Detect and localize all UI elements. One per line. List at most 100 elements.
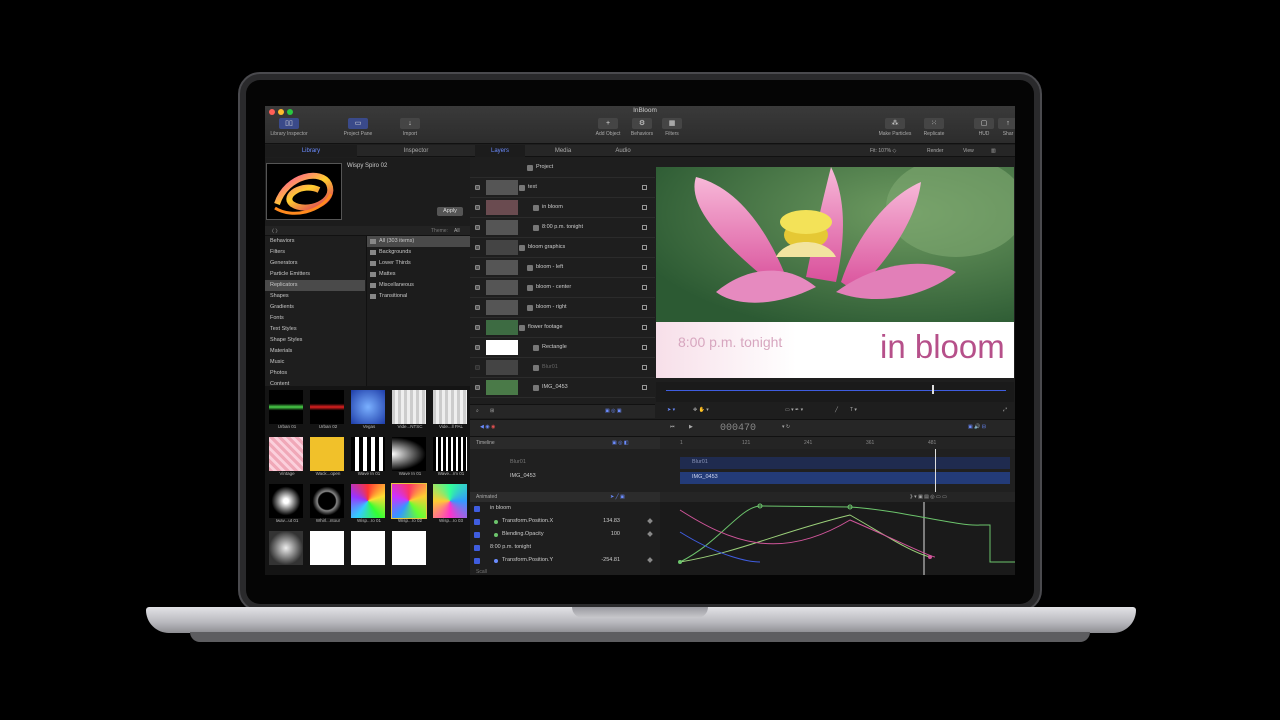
library-thumbnail[interactable]: Wave In 01 (349, 437, 389, 483)
shape-tools-icon[interactable]: ▭ ▾ ✒ ▾ (785, 407, 803, 413)
timeline-tool-icons[interactable]: ▣ ◎ ◧ (612, 440, 629, 446)
chevron-nav-icon[interactable]: 〈 〉 (269, 228, 280, 235)
import-button[interactable]: ↓ Import (397, 118, 423, 140)
project-pane-button[interactable]: ▭ Project Pane (337, 118, 379, 140)
visibility-checkbox[interactable] (475, 205, 480, 210)
library-thumbnail[interactable]: Vide...NTSC (390, 390, 430, 436)
library-thumbnail[interactable]: Iwav...ut 01 (267, 484, 307, 530)
text-tool-icon[interactable]: T ▾ (850, 407, 857, 413)
param-value[interactable]: 134.83 (603, 518, 620, 524)
group-text[interactable]: text (470, 178, 655, 198)
layer-rectangle[interactable]: Rectangle (470, 338, 655, 358)
library-thumbnail[interactable]: Wisp...ro 01 (349, 484, 389, 530)
library-thumbnail[interactable] (308, 531, 348, 575)
library-thumbnail[interactable]: Urban 01 (267, 390, 307, 436)
minimize-window-button[interactable] (278, 109, 284, 115)
param-value[interactable]: -254.81 (601, 557, 620, 563)
animated-filter-select[interactable]: Animated (476, 494, 497, 500)
lock-icon[interactable] (642, 185, 647, 190)
lock-icon[interactable] (642, 265, 647, 270)
layer-bloom-right[interactable]: bloom - right (470, 298, 655, 318)
timeline-ruler[interactable]: 1 121 241 361 481 (660, 437, 1015, 449)
timecode-display[interactable]: 000470 (720, 423, 756, 434)
category-item[interactable]: Materials (265, 346, 365, 357)
visibility-checkbox[interactable] (475, 245, 480, 250)
visibility-checkbox[interactable] (475, 225, 480, 230)
library-thumbnail[interactable]: Wisp...ro 02 (390, 483, 430, 530)
scrubber-playhead[interactable] (932, 385, 934, 394)
param-row[interactable]: Transform.Position.X 134.83 (470, 515, 660, 528)
library-thumbnail[interactable]: Urban 02 (308, 390, 348, 436)
param-checkbox[interactable] (474, 532, 480, 538)
visibility-checkbox[interactable] (475, 325, 480, 330)
tab-library[interactable]: Library (265, 145, 357, 157)
visibility-checkbox[interactable] (475, 265, 480, 270)
category-item[interactable]: Generators (265, 258, 365, 269)
lock-icon[interactable] (642, 385, 647, 390)
subcategory-item[interactable]: Backgrounds (367, 247, 470, 258)
tab-inspector[interactable]: Inspector (370, 145, 462, 157)
lock-icon[interactable] (642, 205, 647, 210)
tab-media[interactable]: Media (538, 145, 588, 157)
visibility-checkbox[interactable] (475, 185, 480, 190)
library-thumbnail[interactable] (349, 531, 389, 575)
visibility-checkbox[interactable] (475, 365, 480, 370)
library-thumbnail[interactable]: Vintage (267, 437, 307, 483)
timeline-icons[interactable]: ◀ ◉ ◉ (480, 424, 495, 430)
visibility-checkbox[interactable] (475, 345, 480, 350)
lock-icon[interactable] (642, 245, 647, 250)
library-thumbnail[interactable]: Wave In 01 (390, 437, 430, 483)
keyframe-graph[interactable]: ⟫ ▾ ▣ ▤ ◎ ▭ ▭ (660, 492, 1015, 575)
canvas-scrubber[interactable] (656, 382, 1014, 402)
category-item[interactable]: Replicators (265, 280, 365, 291)
param-checkbox[interactable] (474, 545, 480, 551)
line-tool-icon[interactable]: ╱ (835, 407, 838, 413)
param-value[interactable]: 100 (611, 531, 620, 537)
library-thumbnail[interactable]: Wisp...ro 03 (431, 484, 471, 530)
library-thumbnail[interactable]: Wack...open (308, 437, 348, 483)
lock-icon[interactable] (642, 365, 647, 370)
category-item[interactable]: Behaviors (265, 236, 365, 247)
graph-tool-icons[interactable]: ⟫ ▾ ▣ ▤ ◎ ▭ ▭ (910, 494, 947, 500)
param-row[interactable]: in bloom (470, 502, 660, 515)
subcategory-item[interactable]: Transitional (367, 291, 470, 302)
apply-button[interactable]: Apply (437, 207, 463, 216)
visibility-checkbox[interactable] (475, 305, 480, 310)
library-thumbnail[interactable]: Vegas (349, 390, 389, 436)
keyframe-tool-icons[interactable]: ➤ ╱ ▣ (610, 494, 625, 500)
behaviors-button[interactable]: ⚙ Behaviors (627, 118, 657, 140)
layer-tools-icons[interactable]: ▣ ◎ ▣ (605, 408, 622, 414)
render-menu[interactable]: Render (927, 148, 943, 154)
subcategory-item[interactable]: Mattes (367, 269, 470, 280)
make-particles-button[interactable]: ⁂ Make Particles (875, 118, 915, 140)
zoom-fit-select[interactable]: Fit: 107% ◇ (870, 148, 896, 154)
param-checkbox[interactable] (474, 506, 480, 512)
layer-bloom-center[interactable]: bloom - center (470, 278, 655, 298)
category-item[interactable]: Filters (265, 247, 365, 258)
select-tool-icon[interactable]: ➤ ▾ (667, 407, 675, 413)
visibility-checkbox[interactable] (475, 285, 480, 290)
keyframe-point[interactable] (928, 555, 932, 559)
param-row[interactable]: Transform.Position.Y -254.81 (470, 554, 660, 567)
view-toggle-icons[interactable]: ▣ 🔊 ⊟ (968, 424, 986, 430)
lock-icon[interactable] (642, 305, 647, 310)
category-item[interactable]: Music (265, 357, 365, 368)
library-thumbnail[interactable]: Vide...ll PAL (431, 390, 471, 436)
view-menu[interactable]: View (963, 148, 974, 154)
param-row[interactable]: 8:00 p.m. tonight (470, 541, 660, 554)
keyframe-diamond-icon[interactable] (647, 557, 653, 563)
add-object-button[interactable]: + Add Object (591, 118, 625, 140)
category-item[interactable]: Fonts (265, 313, 365, 324)
library-thumbnail[interactable] (390, 531, 430, 575)
keyframe-diamond-icon[interactable] (647, 531, 653, 537)
pan-tool-icon[interactable]: ✥ ✋ ▾ (693, 407, 709, 413)
zoom-window-button[interactable] (287, 109, 293, 115)
lock-icon[interactable] (642, 345, 647, 350)
expand-icon[interactable]: ⤢ (1003, 407, 1007, 413)
param-row[interactable]: Blending.Opacity 100 (470, 528, 660, 541)
play-icon[interactable]: ▶ (689, 424, 693, 430)
lock-icon[interactable] (642, 325, 647, 330)
timecode-dropdown-icon[interactable]: ▾ ↻ (782, 424, 790, 430)
category-item[interactable]: Shape Styles (265, 335, 365, 346)
tab-audio[interactable]: Audio (598, 145, 648, 157)
